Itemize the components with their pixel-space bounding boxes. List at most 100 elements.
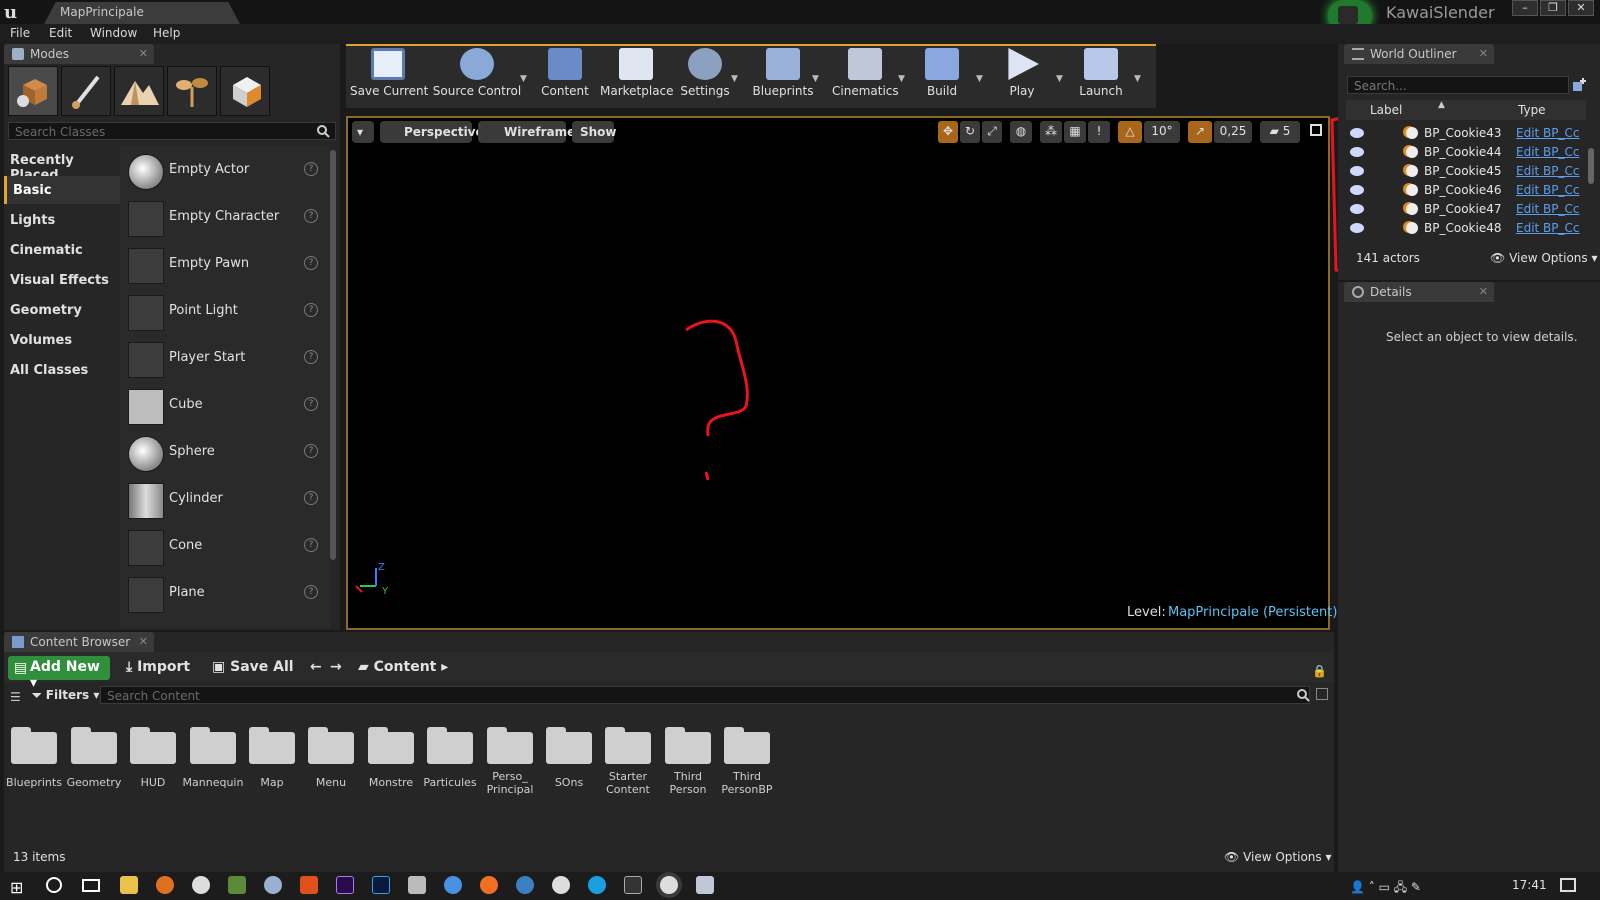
search-classes-input[interactable]: Search Classes — [8, 122, 336, 140]
place-item-cone[interactable]: Cone? — [124, 524, 318, 568]
paint-mode-button[interactable] — [61, 66, 111, 116]
outliner-row[interactable]: BP_Cookie46 Edit BP_Cc — [1346, 181, 1584, 200]
play-button[interactable]: Play — [1000, 48, 1044, 104]
category-cinematic[interactable]: Cinematic — [4, 236, 120, 264]
app-icon[interactable] — [300, 876, 318, 894]
visibility-eye-icon[interactable] — [1350, 128, 1364, 138]
build-button[interactable]: Build — [920, 48, 964, 104]
help-icon[interactable]: ? — [304, 350, 318, 364]
category-volumes[interactable]: Volumes — [4, 326, 120, 354]
visibility-eye-icon[interactable] — [1350, 204, 1364, 214]
outliner-row[interactable]: BP_Cookie48 Edit BP_Cc — [1346, 219, 1584, 238]
launch-button[interactable]: Launch — [1076, 48, 1126, 104]
row-type-link[interactable]: Edit BP_Cc — [1516, 164, 1580, 178]
tab-details[interactable]: Details ✕ — [1344, 282, 1494, 302]
help-icon[interactable]: ? — [304, 209, 318, 223]
lock-icon[interactable]: 🔒 — [1312, 664, 1327, 678]
content-view-options-button[interactable]: 👁 View Options ▾ — [1224, 850, 1332, 864]
category-visual-effects[interactable]: Visual Effects — [4, 266, 120, 294]
add-actor-icon[interactable] — [1572, 78, 1586, 92]
help-icon[interactable]: ? — [304, 162, 318, 176]
task-view-icon[interactable] — [82, 879, 100, 892]
outliner-view-options-button[interactable]: 👁 View Options ▾ — [1490, 251, 1598, 265]
close-icon[interactable]: ✕ — [139, 47, 148, 60]
folder-item[interactable]: Third PersonBP — [721, 727, 773, 796]
sources-panel-icon[interactable]: ☰ — [10, 690, 21, 704]
outliner-row[interactable]: BP_Cookie43 Edit BP_Cc — [1346, 124, 1584, 143]
ableton-live-icon[interactable] — [624, 876, 642, 894]
geometry-mode-button[interactable] — [220, 66, 270, 116]
place-item-sphere[interactable]: Sphere? — [124, 430, 318, 474]
visibility-eye-icon[interactable] — [1350, 147, 1364, 157]
help-icon[interactable]: ? — [304, 397, 318, 411]
back-arrow-icon[interactable]: ← — [310, 659, 322, 675]
place-item-point-light[interactable]: Point Light? — [124, 289, 318, 333]
cinematics-button[interactable]: Cinematics — [832, 48, 899, 104]
place-item-empty-actor[interactable]: Empty Actor? — [124, 148, 318, 192]
category-lights[interactable]: Lights — [4, 206, 120, 234]
chevron-down-icon[interactable]: ▼ — [812, 74, 819, 84]
notifications-icon[interactable] — [1560, 878, 1576, 892]
menu-edit[interactable]: Edit — [49, 26, 72, 40]
outliner-scrollbar[interactable] — [1588, 148, 1594, 184]
minimize-button[interactable]: – — [1512, 0, 1538, 16]
forward-arrow-icon[interactable]: → — [330, 659, 342, 675]
clock[interactable]: 17:41 — [1512, 878, 1547, 892]
maximize-button[interactable]: ❐ — [1540, 0, 1566, 16]
help-icon[interactable]: ? — [304, 444, 318, 458]
chevron-down-icon[interactable]: ▼ — [731, 74, 738, 84]
chevron-down-icon[interactable]: ▼ — [898, 74, 905, 84]
category-geometry[interactable]: Geometry — [4, 296, 120, 324]
row-type-link[interactable]: Edit BP_Cc — [1516, 145, 1580, 159]
app-icon[interactable] — [696, 876, 714, 894]
marketplace-button[interactable]: Marketplace — [600, 48, 674, 104]
import-button[interactable]: ⤓ Import — [126, 659, 190, 675]
firefox-icon[interactable] — [480, 876, 498, 894]
filters-button[interactable]: ⏷ Filters ▾ — [32, 688, 99, 703]
file-explorer-icon[interactable] — [120, 876, 138, 894]
source-control-button[interactable]: Source Control — [432, 48, 522, 104]
save-search-icon[interactable] — [1316, 688, 1328, 700]
place-item-plane[interactable]: Plane? — [124, 571, 318, 615]
media-icon[interactable] — [192, 876, 210, 894]
place-item-cube[interactable]: Cube? — [124, 383, 318, 427]
outliner-search-input[interactable]: Search... — [1347, 76, 1569, 94]
help-icon[interactable]: ? — [304, 538, 318, 552]
steam-icon[interactable] — [264, 876, 282, 894]
tab-content-browser[interactable]: Content Browser ✕ — [4, 632, 154, 652]
category-basic[interactable]: Basic — [4, 176, 120, 204]
landscape-mode-button[interactable] — [114, 66, 164, 116]
unreal-engine-active-icon[interactable] — [660, 876, 678, 894]
cortana-icon[interactable] — [46, 877, 62, 893]
placeable-scrollbar[interactable] — [330, 150, 336, 560]
chevron-down-icon[interactable]: ▼ — [976, 74, 983, 84]
tab-world-outliner[interactable]: World Outliner ✕ — [1344, 44, 1494, 64]
windows-start-icon[interactable]: ⊞ — [10, 878, 23, 897]
close-icon[interactable]: ✕ — [139, 635, 148, 648]
blender-icon[interactable] — [156, 876, 174, 894]
chevron-down-icon[interactable]: ▼ — [1134, 74, 1141, 84]
photoshop-icon[interactable] — [372, 876, 390, 894]
chevron-down-icon[interactable]: ▼ — [520, 74, 527, 84]
column-type[interactable]: Type — [1518, 103, 1546, 117]
row-type-link[interactable]: Edit BP_Cc — [1516, 183, 1580, 197]
level-value[interactable]: MapPrincipale (Persistent) — [1168, 605, 1337, 620]
content-button[interactable]: Content — [540, 48, 590, 104]
blueprints-button[interactable]: Blueprints — [752, 48, 814, 104]
add-new-button[interactable]: ▤ Add New ▾ — [8, 656, 110, 691]
document-tab[interactable]: MapPrincipale — [44, 2, 240, 24]
path-breadcrumb[interactable]: ▰ Content ▸ — [358, 659, 448, 675]
row-type-link[interactable]: Edit BP_Cc — [1516, 221, 1580, 235]
place-item-cylinder[interactable]: Cylinder? — [124, 477, 318, 521]
menu-window[interactable]: Window — [90, 26, 137, 40]
foliage-mode-button[interactable] — [167, 66, 217, 116]
row-type-link[interactable]: Edit BP_Cc — [1516, 126, 1580, 140]
outliner-row[interactable]: BP_Cookie45 Edit BP_Cc — [1346, 162, 1584, 181]
save-current-button[interactable]: Save Current — [350, 48, 428, 104]
category-recently-placed[interactable]: Recently Placed — [4, 146, 120, 183]
help-icon[interactable]: ? — [304, 491, 318, 505]
visibility-eye-icon[interactable] — [1350, 185, 1364, 195]
column-label[interactable]: Label — [1370, 103, 1402, 117]
outliner-row[interactable]: BP_Cookie47 Edit BP_Cc — [1346, 200, 1584, 219]
unreal-engine-icon[interactable] — [552, 876, 570, 894]
